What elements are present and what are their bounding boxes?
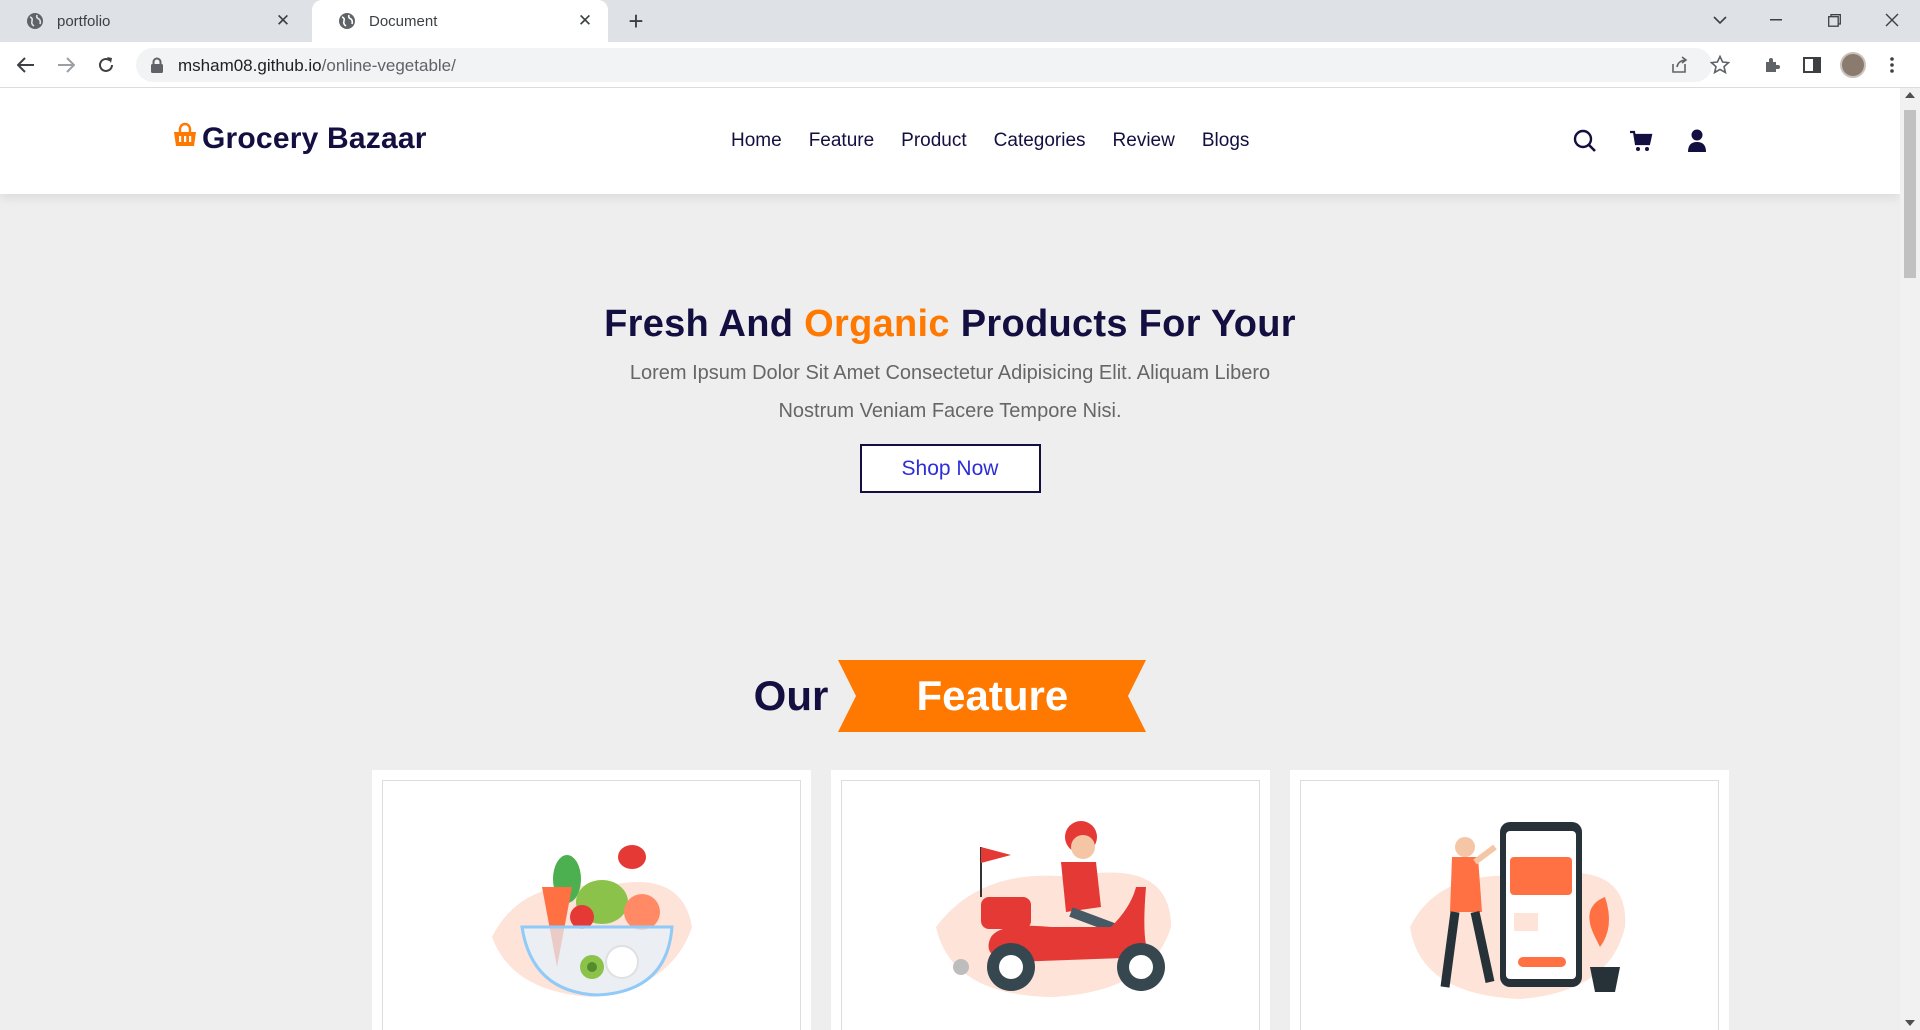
search-icon[interactable]	[1572, 128, 1598, 154]
forward-icon[interactable]	[54, 53, 78, 77]
hero-title-end: Products For Your	[949, 303, 1296, 345]
nav-categories[interactable]: Categories	[994, 130, 1086, 152]
cart-icon[interactable]	[1628, 128, 1654, 154]
page-scrollbar[interactable]	[1900, 88, 1920, 1030]
reload-icon[interactable]	[94, 53, 118, 77]
vegetable-bowl-illustration	[491, 845, 692, 997]
new-tab-button[interactable]: +	[624, 8, 648, 34]
logo-text: Grocery Bazaar	[202, 122, 427, 155]
lock-icon	[151, 57, 163, 73]
url-path: /online-vegetable/	[321, 56, 456, 75]
feature-ribbon-badge: Feature	[838, 660, 1147, 732]
back-icon[interactable]	[14, 53, 38, 77]
tab-search-icon[interactable]	[1704, 6, 1736, 34]
feature-card	[831, 770, 1270, 1030]
feature-badge-text: Feature	[916, 672, 1069, 719]
profile-avatar[interactable]	[1840, 52, 1866, 78]
hero-section: Fresh And Organic Products For Your Lore…	[0, 303, 1900, 493]
delivery-scooter-illustration	[935, 821, 1171, 997]
nav-review[interactable]: Review	[1113, 130, 1175, 152]
feature-card	[372, 770, 811, 1030]
menu-dots-icon[interactable]	[1880, 53, 1904, 77]
feature-heading: Our Feature	[0, 660, 1900, 732]
tab-title: Document	[369, 12, 438, 30]
tab-document[interactable]: Document ✕	[312, 0, 608, 42]
hero-title-start: Fresh And	[604, 303, 805, 345]
hero-title: Fresh And Organic Products For Your	[0, 303, 1900, 346]
extensions-icon[interactable]	[1760, 53, 1784, 77]
scroll-up-arrow-icon[interactable]	[1905, 92, 1915, 98]
site-logo[interactable]: Grocery Bazaar	[172, 122, 427, 156]
nav-blogs[interactable]: Blogs	[1202, 130, 1250, 152]
minimize-icon[interactable]	[1760, 6, 1792, 34]
shop-now-button[interactable]: Shop Now	[859, 444, 1041, 493]
hero-title-accent: Organic	[804, 303, 950, 345]
site-header: Grocery Bazaar Home Feature Product Cate…	[0, 88, 1900, 194]
user-icon[interactable]	[1684, 128, 1710, 154]
scroll-down-arrow-icon[interactable]	[1905, 1020, 1915, 1026]
close-tab-icon[interactable]: ✕	[576, 11, 594, 30]
tab-title: portfolio	[57, 12, 111, 30]
bookmark-star-icon[interactable]	[1709, 54, 1731, 80]
nav-product[interactable]: Product	[901, 130, 966, 152]
page-viewport: Grocery Bazaar Home Feature Product Cate…	[0, 88, 1900, 1030]
globe-icon	[26, 12, 44, 30]
globe-icon	[338, 12, 356, 30]
nav-feature[interactable]: Feature	[809, 130, 874, 152]
scrollbar-thumb[interactable]	[1904, 110, 1916, 278]
restore-icon[interactable]	[1818, 6, 1850, 34]
mobile-payment-illustration	[1409, 822, 1625, 999]
hero-subtitle: Lorem Ipsum Dolor Sit Amet Consectetur A…	[629, 362, 1271, 422]
close-window-icon[interactable]	[1876, 6, 1908, 34]
shopping-basket-icon	[174, 122, 196, 146]
browser-tabstrip: portfolio ✕ Document ✕ +	[0, 0, 1920, 42]
feature-card	[1290, 770, 1729, 1030]
main-nav: Home Feature Product Categories Review B…	[731, 130, 1276, 152]
close-tab-icon[interactable]: ✕	[274, 11, 292, 30]
share-icon[interactable]	[1670, 55, 1690, 80]
url-text: msham08.github.io/online-vegetable/	[178, 56, 456, 76]
address-bar[interactable]: msham08.github.io/online-vegetable/	[136, 48, 1731, 82]
tab-portfolio[interactable]: portfolio ✕	[0, 0, 306, 42]
nav-home[interactable]: Home	[731, 130, 782, 152]
browser-toolbar: msham08.github.io/online-vegetable/	[0, 42, 1920, 88]
feature-heading-prefix: Our	[753, 672, 829, 719]
url-host: msham08.github.io	[178, 56, 322, 75]
side-panel-icon[interactable]	[1800, 53, 1824, 77]
feature-cards	[372, 770, 1729, 1030]
